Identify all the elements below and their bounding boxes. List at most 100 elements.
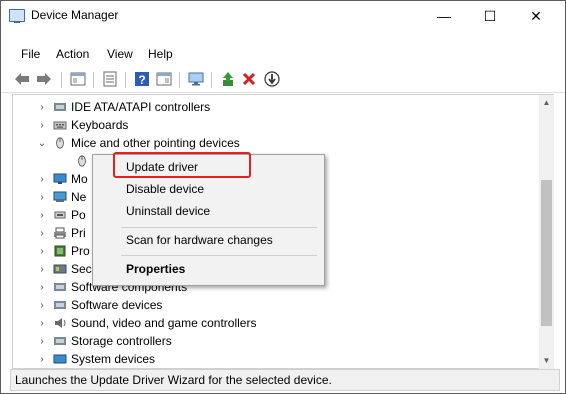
update-driver-toolbar-button[interactable]: [219, 70, 237, 88]
tree-item-hid-mouse-selected[interactable]: [71, 152, 93, 170]
tree-item-label: Ne: [71, 190, 87, 204]
tree-item-label: Sec: [71, 262, 92, 276]
tree-item-processors[interactable]: › Pro: [35, 242, 90, 260]
forward-arrow-icon: [37, 73, 51, 85]
help-icon: ?: [135, 72, 149, 87]
menu-item-uninstall-device[interactable]: Uninstall device: [126, 204, 210, 218]
security-device-icon: [53, 264, 67, 274]
chevron-right-icon[interactable]: ›: [35, 210, 49, 221]
chevron-right-icon[interactable]: ›: [35, 192, 49, 203]
device-list-button[interactable]: [101, 70, 119, 88]
update-driver-icon: [223, 72, 233, 86]
device-manager-window: Device Manager — ☐ ✕ File Action View He…: [0, 0, 566, 394]
port-icon: [54, 211, 66, 219]
help-button[interactable]: ?: [133, 70, 151, 88]
window-title: Device Manager: [31, 8, 119, 22]
tree-item-sound-video[interactable]: › Sound, video and game controllers: [35, 314, 256, 332]
menu-item-disable-device[interactable]: Disable device: [126, 182, 204, 196]
ide-controller-icon: [54, 103, 66, 111]
highlight-box: [113, 152, 251, 178]
tree-item-label: Pro: [71, 244, 90, 258]
tree-item-security-devices[interactable]: › Sec: [35, 260, 92, 278]
device-list-icon: [103, 71, 117, 87]
toolbar-separator: [211, 72, 212, 88]
menu-view[interactable]: View: [107, 47, 133, 61]
enable-device-icon: [264, 71, 280, 87]
back-arrow-icon: [15, 73, 29, 85]
tree-item-ports[interactable]: › Po: [35, 206, 86, 224]
toolbar-separator: [61, 72, 62, 88]
speaker-icon: [55, 318, 66, 328]
scroll-thumb[interactable]: [541, 180, 552, 326]
keyboard-icon: [53, 121, 67, 130]
tree-item-label: System devices: [71, 352, 156, 366]
tree-item-label: Software devices: [71, 298, 163, 312]
menu-item-scan-hardware[interactable]: Scan for hardware changes: [126, 233, 273, 247]
chevron-right-icon[interactable]: ›: [35, 246, 49, 257]
toolbar: ?: [1, 66, 565, 93]
software-device-icon: [54, 301, 66, 309]
tree-item-ide-ata[interactable]: › IDE ATA/ATAPI controllers: [35, 98, 210, 116]
uninstall-icon: [242, 72, 256, 86]
chevron-right-icon[interactable]: ›: [35, 228, 49, 239]
device-manager-app-icon: [9, 9, 25, 23]
menu-help[interactable]: Help: [148, 47, 173, 61]
software-component-icon: [54, 283, 66, 291]
scroll-down-arrow-icon[interactable]: ▼: [539, 353, 554, 368]
mouse-icon: [56, 137, 64, 149]
network-adapter-icon: [53, 191, 67, 202]
uninstall-toolbar-button[interactable]: [240, 70, 258, 88]
view-button[interactable]: [155, 70, 173, 88]
system-device-icon: [53, 354, 67, 364]
tree-item-label: Po: [71, 208, 86, 222]
chevron-right-icon[interactable]: ›: [35, 264, 49, 275]
status-bar: Launches the Update Driver Wizard for th…: [10, 369, 560, 391]
close-button[interactable]: ✕: [513, 1, 559, 31]
back-button[interactable]: [13, 70, 31, 88]
close-icon: ✕: [530, 7, 542, 24]
menu-file[interactable]: File: [21, 47, 40, 61]
show-hide-tree-button[interactable]: [69, 70, 87, 88]
maximize-button[interactable]: ☐: [467, 1, 513, 31]
chevron-right-icon[interactable]: ›: [35, 318, 49, 329]
toolbar-separator: [179, 72, 180, 88]
tree-item-label: Sound, video and game controllers: [71, 316, 257, 330]
menu-item-properties[interactable]: Properties: [126, 262, 185, 276]
chevron-right-icon[interactable]: ›: [35, 300, 49, 311]
menu-action[interactable]: Action: [56, 47, 89, 61]
scan-monitor-icon: [188, 72, 204, 86]
toolbar-separator: [93, 72, 94, 88]
scroll-up-arrow-icon[interactable]: ▲: [539, 95, 554, 110]
chevron-right-icon[interactable]: ›: [35, 336, 49, 347]
forward-button[interactable]: [35, 70, 53, 88]
monitor-icon: [53, 173, 67, 184]
tree-item-software-devices[interactable]: › Software devices: [35, 296, 162, 314]
minimize-button[interactable]: —: [421, 1, 467, 31]
tree-item-label: Mo: [71, 172, 88, 186]
menu-bar: File Action View Help: [1, 43, 565, 65]
chevron-right-icon[interactable]: ›: [35, 174, 49, 185]
tree-item-mice[interactable]: ⌄ Mice and other pointing devices: [35, 134, 240, 152]
vertical-scrollbar[interactable]: ▲ ▼: [539, 94, 554, 371]
chevron-right-icon[interactable]: ›: [35, 120, 49, 131]
enable-device-toolbar-button[interactable]: [263, 70, 281, 88]
chevron-right-icon[interactable]: ›: [35, 354, 49, 365]
tree-item-print-queues[interactable]: › Pri: [35, 224, 85, 242]
scan-hardware-button[interactable]: [187, 70, 205, 88]
chevron-right-icon[interactable]: ›: [35, 102, 49, 113]
tree-item-storage-controllers[interactable]: › Storage controllers: [35, 332, 171, 350]
chevron-down-icon[interactable]: ⌄: [35, 138, 49, 149]
status-text: Launches the Update Driver Wizard for th…: [15, 373, 332, 387]
toolbar-separator: [125, 72, 126, 88]
tree-item-label: IDE ATA/ATAPI controllers: [71, 100, 211, 114]
chevron-right-icon[interactable]: ›: [35, 282, 49, 293]
tree-item-label: Mice and other pointing devices: [71, 136, 240, 150]
minimize-icon: —: [437, 8, 451, 24]
storage-controller-icon: [54, 337, 66, 345]
menu-separator: [121, 255, 317, 256]
tree-item-monitors[interactable]: › Mo: [35, 170, 88, 188]
svg-text:?: ?: [138, 73, 145, 87]
tree-item-keyboards[interactable]: › Keyboards: [35, 116, 128, 134]
tree-item-system-devices[interactable]: › System devices: [35, 350, 155, 368]
tree-item-network[interactable]: › Ne: [35, 188, 86, 206]
